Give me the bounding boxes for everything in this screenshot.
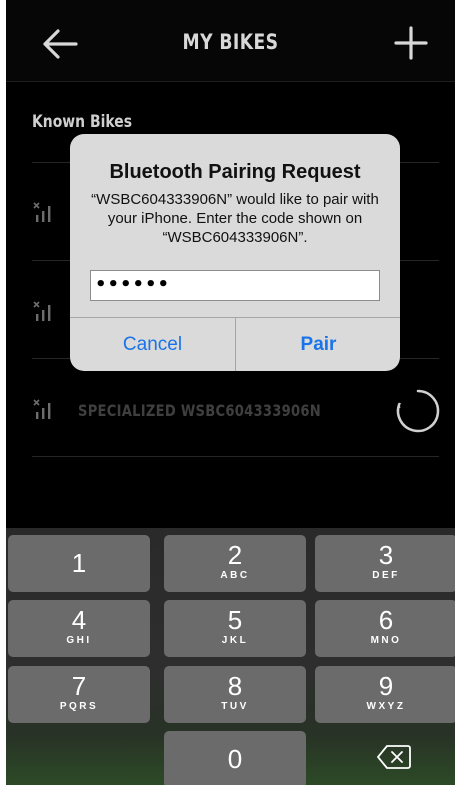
signal-icon (33, 399, 51, 419)
key-0[interactable]: 0 (164, 731, 306, 785)
key-8[interactable]: 8 TUV (164, 666, 306, 723)
key-3[interactable]: 3 DEF (315, 535, 455, 592)
bike-name: SPECIALIZED WSBC604333906N (78, 401, 321, 420)
key-2[interactable]: 2 ABC (164, 535, 306, 592)
loading-spinner-icon (396, 389, 440, 433)
cancel-button[interactable]: Cancel (70, 318, 235, 371)
alert-message: “WSBC604333906N” would like to pair with… (91, 191, 379, 246)
signal-icon (33, 301, 51, 321)
key-9[interactable]: 9 WXYZ (315, 666, 455, 723)
navigation-bar: MY BIKES (6, 0, 455, 82)
numeric-keypad: 1 2 ABC 3 DEF 4 GHI 5 JKL 6 MNO 7 PQRS 8… (6, 528, 455, 785)
pair-button[interactable]: Pair (236, 318, 400, 371)
page-title: MY BIKES (182, 30, 279, 54)
section-header: Known Bikes (32, 112, 133, 132)
divider (32, 456, 439, 457)
screen: MY BIKES Known Bikes SPECIALIZED WSBC604… (6, 0, 455, 785)
pairing-alert: Bluetooth Pairing Request “WSBC604333906… (70, 134, 400, 371)
key-4[interactable]: 4 GHI (8, 600, 150, 657)
key-7[interactable]: 7 PQRS (8, 666, 150, 723)
plus-icon[interactable] (394, 26, 428, 60)
key-5[interactable]: 5 JKL (164, 600, 306, 657)
backspace-icon[interactable] (376, 743, 412, 771)
pairing-code-input[interactable]: •••••• (90, 270, 380, 301)
key-6[interactable]: 6 MNO (315, 600, 455, 657)
signal-icon (33, 202, 51, 222)
alert-title: Bluetooth Pairing Request (109, 161, 361, 183)
key-1[interactable]: 1 (8, 535, 150, 592)
